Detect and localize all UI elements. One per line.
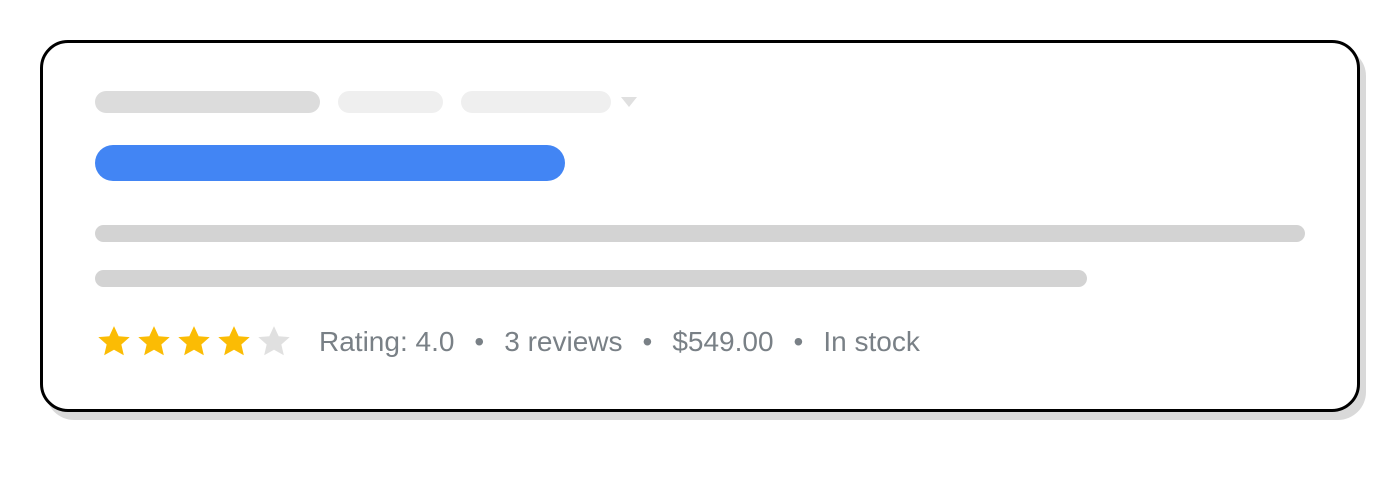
separator-dot: • [794, 326, 804, 358]
description-line-1 [95, 225, 1305, 242]
chevron-down-icon [621, 97, 637, 107]
rating-label: Rating: 4.0 [319, 326, 454, 358]
star-icon [175, 323, 213, 361]
star-rating [95, 323, 293, 361]
separator-dot: • [643, 326, 653, 358]
breadcrumb-placeholder-1 [95, 91, 320, 113]
description-line-2 [95, 270, 1087, 287]
reviews-count[interactable]: 3 reviews [504, 326, 622, 358]
star-icon [135, 323, 173, 361]
separator-dot: • [474, 326, 484, 358]
breadcrumb-dropdown[interactable] [461, 91, 637, 113]
search-result-card: Rating: 4.0 • 3 reviews • $549.00 • In s… [40, 40, 1360, 412]
breadcrumb-placeholder-3 [461, 91, 611, 113]
breadcrumb-placeholder-2 [338, 91, 443, 113]
price-label: $549.00 [672, 326, 773, 358]
breadcrumb-row [95, 91, 1305, 113]
star-icon [255, 323, 293, 361]
result-title-link[interactable] [95, 145, 565, 181]
rating-row: Rating: 4.0 • 3 reviews • $549.00 • In s… [95, 323, 1305, 361]
stock-status: In stock [823, 326, 919, 358]
star-icon [215, 323, 253, 361]
star-icon [95, 323, 133, 361]
